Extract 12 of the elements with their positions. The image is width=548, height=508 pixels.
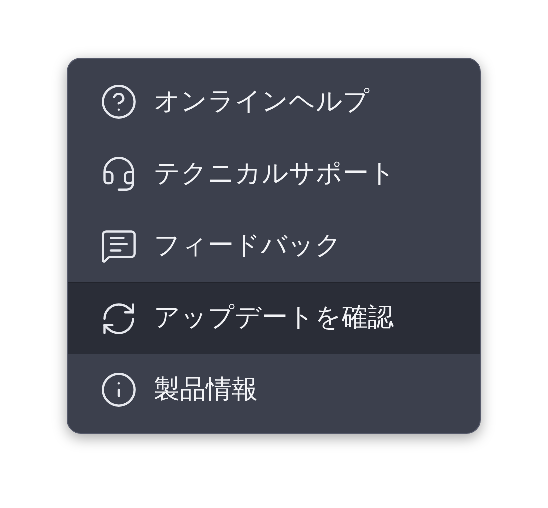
menu-item[interactable]: フィードバック [68,210,480,282]
menu-item[interactable]: アップデートを確認 [68,282,480,354]
menu-item[interactable]: 製品情報 [68,354,480,426]
info-icon [100,371,138,409]
menu-item-label: アップデートを確認 [154,302,394,335]
menu-item-label: テクニカルサポート [154,158,396,190]
menu-item-label: 製品情報 [154,374,258,406]
menu-item-label: フィードバック [154,230,342,262]
menu-item-label: オンラインヘルプ [154,86,370,118]
menu-item[interactable]: テクニカルサポート [68,138,480,210]
menu-item[interactable]: オンラインヘルプ [68,66,480,138]
help-icon [100,83,138,121]
